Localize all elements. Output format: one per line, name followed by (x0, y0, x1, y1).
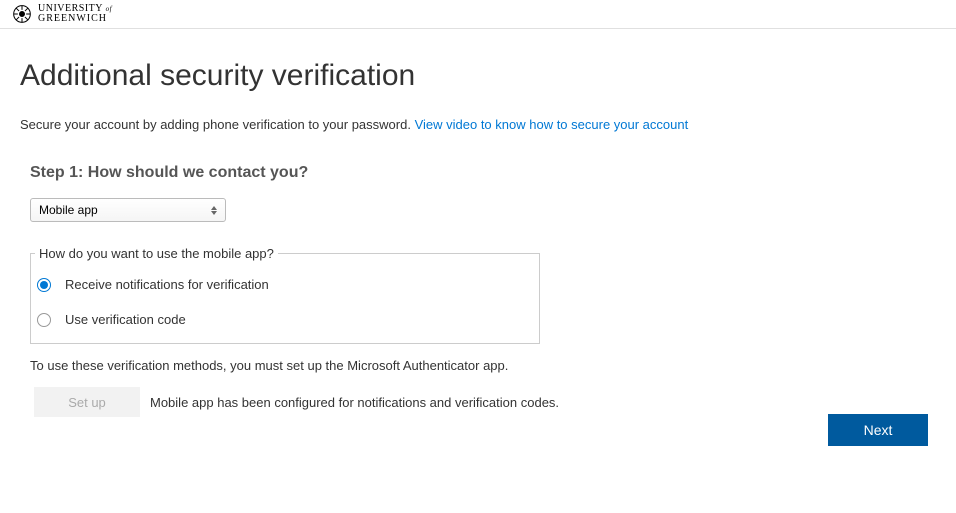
subtitle: Secure your account by adding phone veri… (20, 117, 936, 132)
page-title: Additional security verification (20, 59, 936, 93)
university-logo-text: UNIVERSITY of GREENWICH (38, 4, 112, 24)
logo-line2: GREENWICH (38, 14, 112, 24)
fieldset-legend: How do you want to use the mobile app? (35, 246, 278, 261)
setup-button[interactable]: Set up (34, 387, 140, 417)
content: Additional security verification Secure … (0, 29, 956, 437)
dropdown-selected-value: Mobile app (39, 203, 98, 217)
view-video-link[interactable]: View video to know how to secure your ac… (415, 117, 689, 132)
contact-method-dropdown[interactable]: Mobile app (30, 198, 226, 222)
radio-label: Use verification code (65, 312, 186, 327)
instruction-text: To use these verification methods, you m… (30, 358, 936, 373)
radio-option-notifications[interactable]: Receive notifications for verification (35, 273, 535, 304)
step-heading: Step 1: How should we contact you? (30, 164, 936, 182)
header: UNIVERSITY of GREENWICH (0, 0, 956, 29)
next-button[interactable]: Next (828, 414, 928, 446)
radio-option-verification-code[interactable]: Use verification code (35, 304, 535, 335)
subtitle-text: Secure your account by adding phone veri… (20, 117, 415, 132)
setup-status-text: Mobile app has been configured for notif… (150, 395, 559, 410)
setup-row: Set up Mobile app has been configured fo… (34, 387, 936, 417)
university-logo-icon (12, 4, 32, 24)
radio-icon (37, 278, 51, 292)
radio-icon (37, 313, 51, 327)
radio-label: Receive notifications for verification (65, 277, 269, 292)
mobile-app-options-fieldset: How do you want to use the mobile app? R… (30, 246, 540, 344)
logo-of: of (106, 5, 112, 13)
footer: Next (828, 414, 928, 446)
dropdown-arrows-icon (211, 206, 217, 215)
